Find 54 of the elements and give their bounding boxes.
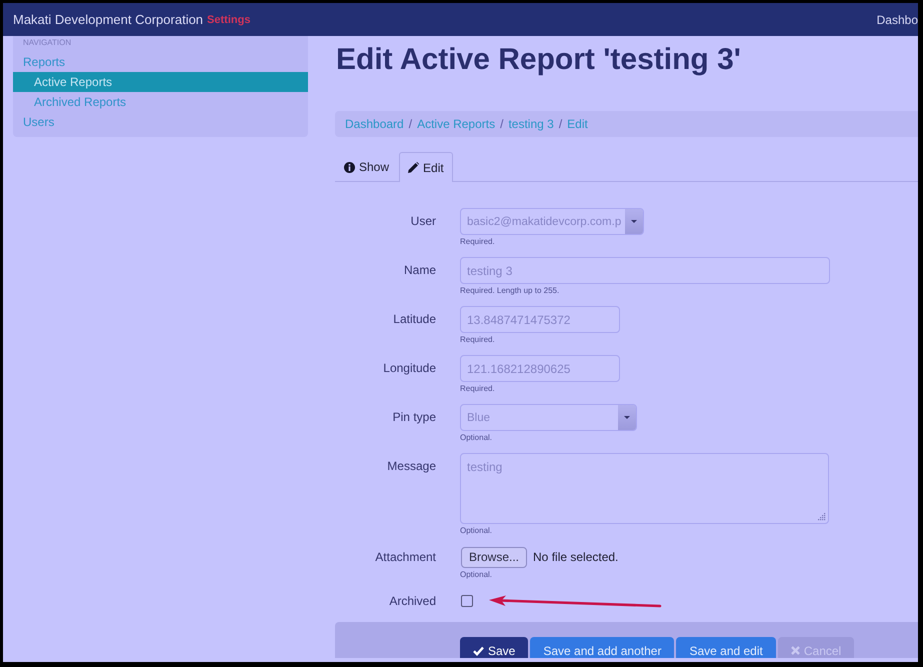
submit-button[interactable]: Save	[460, 637, 528, 658]
dropdown-button[interactable]	[618, 405, 636, 430]
sidebar-heading: NAVIGATION	[23, 38, 72, 48]
help-text: Optional.	[460, 433, 492, 443]
sidebar-item[interactable]: Active Reports	[13, 72, 308, 92]
check-icon	[473, 646, 484, 656]
select-field[interactable]: Blue	[460, 404, 637, 431]
tab[interactable]: Edit	[399, 152, 453, 182]
breadcrumb-separator: /	[500, 117, 504, 131]
help-text: Required.	[460, 335, 495, 345]
checkbox[interactable]	[461, 595, 473, 607]
field-label: Message	[387, 458, 436, 475]
caret-icon	[631, 220, 638, 223]
field-label: Archived	[389, 593, 436, 610]
field-label: Attachment	[375, 549, 436, 566]
field-label: User	[410, 213, 436, 230]
info-icon	[344, 162, 355, 172]
select-field[interactable]: basic2@makatidevcorp.com.p	[460, 208, 644, 235]
brand-subtitle[interactable]: Settings	[207, 14, 250, 26]
text-field[interactable]: testing 3	[460, 257, 830, 284]
breadcrumb-link[interactable]: testing 3	[508, 117, 554, 131]
page-title: Edit Active Report 'testing 3'	[336, 42, 741, 78]
field-label: Longitude	[383, 360, 436, 377]
help-text: Optional.	[460, 570, 492, 580]
help-text: Required.	[460, 237, 495, 247]
textarea-field[interactable]: testing	[460, 453, 829, 524]
file-status-text: No file selected.	[533, 550, 618, 564]
resize-handle-icon[interactable]	[818, 513, 826, 521]
dropdown-button[interactable]	[625, 209, 644, 234]
breadcrumb-link[interactable]: Edit	[567, 117, 588, 131]
help-text: Required. Length up to 255.	[460, 286, 560, 296]
field-label: Latitude	[393, 311, 436, 328]
text-field[interactable]: 13.8487471475372	[460, 306, 620, 333]
nav-link[interactable]: Dashbo	[876, 12, 918, 26]
sidebar-item[interactable]: Users	[13, 112, 308, 132]
breadcrumb-link[interactable]: Dashboard	[345, 117, 404, 131]
browse-button[interactable]: Browse...	[461, 546, 528, 568]
help-text: Required.	[460, 384, 495, 394]
submit-button[interactable]: Save and edit	[676, 637, 776, 658]
breadcrumb-separator: /	[558, 117, 562, 131]
breadcrumb-separator: /	[408, 117, 412, 131]
caret-icon	[624, 416, 630, 419]
breadcrumb-link[interactable]: Active Reports	[417, 117, 496, 131]
brand-title[interactable]: Makati Development Corporation	[13, 12, 204, 27]
field-label: Pin type	[392, 409, 436, 426]
submit-button[interactable]: Save and add another	[530, 637, 674, 658]
sidebar-item[interactable]: Archived Reports	[13, 92, 308, 112]
text-field[interactable]: 121.168212890625	[460, 355, 620, 382]
field-label: Name	[404, 262, 436, 279]
sidebar-item[interactable]: Reports	[13, 52, 308, 72]
help-text: Optional.	[460, 526, 492, 536]
tab[interactable]: Show	[335, 152, 398, 181]
pencil-icon	[408, 162, 420, 173]
close-icon	[790, 646, 800, 655]
